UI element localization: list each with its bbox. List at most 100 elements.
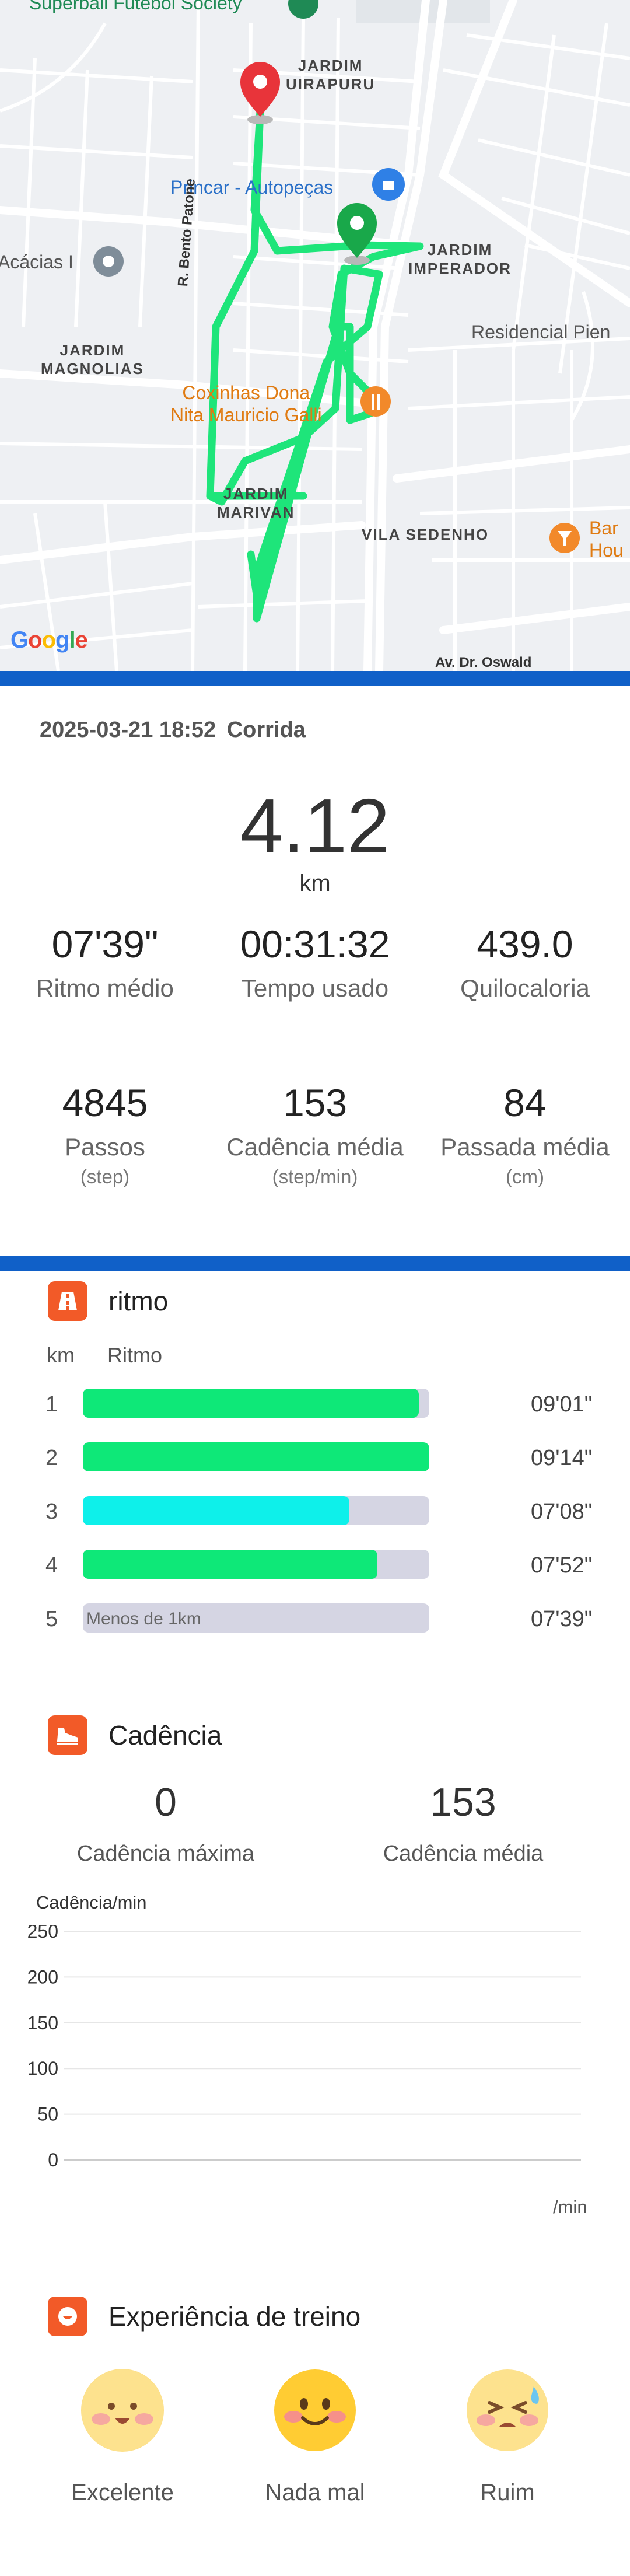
label-jardim-imperador: JARDIM IMPERADOR: [408, 241, 512, 277]
poi-superball[interactable]: Superball Futebol Society: [29, 0, 242, 14]
stat-avg-cadence: 153 Cadência média (step/min): [210, 1081, 420, 1188]
pace-section-header: ritmo: [48, 1281, 168, 1321]
pace-km: 1: [46, 1392, 58, 1417]
label-jardim-magnolias: JARDIM MAGNOLIAS: [41, 341, 144, 378]
cadence-axis-title: Cadência/min: [36, 1892, 147, 1913]
experience-bad[interactable]: Ruim: [443, 2369, 572, 2506]
stat-unit: (cm): [506, 1166, 544, 1187]
stat-avg-pace: 07'39" Ritmo médio: [0, 922, 210, 1002]
y-tick-label: 50: [37, 2104, 58, 2125]
y-tick-label: 150: [27, 2012, 58, 2033]
y-tick-label: 100: [27, 2058, 58, 2079]
experience-excellent[interactable]: Excelente: [58, 2369, 187, 2506]
stat-value: 153: [282, 1081, 348, 1124]
restaurant-poi-icon[interactable]: [360, 386, 391, 417]
happy-face-icon[interactable]: [81, 2369, 164, 2452]
pace-title: ritmo: [108, 1286, 169, 1316]
section-divider: [0, 1256, 630, 1271]
pace-time: 07'08": [531, 1500, 593, 1524]
y-tick-label: 200: [27, 1966, 58, 1987]
experience-not-bad[interactable]: Nada mal: [251, 2369, 379, 2506]
sweat-face-icon[interactable]: [466, 2369, 549, 2452]
cadence-chart: 250 200 150 100 50 0: [27, 1925, 581, 2170]
pace-km: 2: [46, 1446, 58, 1470]
stat-time-used: 00:31:32 Tempo usado: [210, 922, 420, 1002]
cadence-x-unit: /min: [553, 2197, 587, 2217]
pace-col-pace: Ritmo: [107, 1343, 163, 1367]
pace-km: 4: [46, 1553, 58, 1578]
label-jardim-uirapuru: JARDIM UIRAPURU: [286, 57, 376, 93]
cadence-max-label: Cadência máxima: [76, 1841, 255, 1866]
stat-steps: 4845 Passos (step): [0, 1081, 210, 1188]
pace-row: 1 09'01": [0, 1389, 630, 1419]
experience-title: Experiência de treino: [108, 2301, 361, 2332]
summary-row-2: 4845 Passos (step) 153 Cadência média (s…: [0, 1081, 630, 1188]
smile-face-icon[interactable]: [274, 2369, 356, 2452]
poi-residencial[interactable]: Residencial Pien: [471, 321, 610, 343]
pace-note: Menos de 1km: [86, 1609, 201, 1628]
run-datetime: 2025-03-21 18:52: [40, 718, 216, 742]
place-poi-icon[interactable]: [93, 246, 124, 277]
bar-poi-icon[interactable]: [550, 523, 580, 553]
cadence-avg: 153 Cadência média: [358, 1780, 568, 1867]
cadence-avg-label: Cadência média: [383, 1841, 544, 1866]
pace-time: 07'39": [531, 1607, 593, 1631]
pace-time: 09'14": [531, 1446, 593, 1470]
poi-coxinhas[interactable]: Coxinhas Dona Nita Mauricio Galli: [170, 382, 322, 426]
pace-row: 5 Menos de 1km 07'39": [0, 1603, 630, 1634]
y-tick-label: 250: [27, 1925, 58, 1942]
pace-km: 5: [46, 1607, 58, 1631]
label-vila-sedenho: VILA SEDENHO: [362, 526, 489, 543]
stat-avg-stride: 84 Passada média (cm): [420, 1081, 630, 1188]
label-jardim-marivan: JARDIM MARIVAN: [217, 485, 295, 521]
route-map[interactable]: Superball Futebol Society JARDIM UIRAPUR…: [0, 0, 630, 671]
experience-section-header: Experiência de treino: [48, 2297, 360, 2336]
pace-row: 3 07'08": [0, 1496, 630, 1526]
pace-bar-track: Menos de 1km: [83, 1603, 429, 1633]
y-tick-label: 0: [48, 2149, 58, 2170]
pace-bar-fill: [83, 1389, 419, 1418]
section-divider: [0, 671, 630, 686]
cadence-max: 0 Cadência máxima: [61, 1780, 271, 1867]
pace-time: 09'01": [531, 1392, 593, 1417]
cadence-max-value: 0: [155, 1780, 177, 1824]
stat-label: Tempo usado: [241, 974, 389, 1002]
pace-row: 4 07'52": [0, 1550, 630, 1580]
experience-label: Nada mal: [265, 2480, 365, 2505]
summary-row-1: 07'39" Ritmo médio 00:31:32 Tempo usado …: [0, 922, 630, 1002]
cadence-avg-value: 153: [430, 1780, 496, 1824]
stat-value: 84: [503, 1081, 547, 1124]
pace-bar-track: [83, 1550, 429, 1579]
pace-km: 3: [46, 1500, 58, 1524]
poi-acacias[interactable]: Acácias I: [0, 251, 74, 273]
stat-value: 00:31:32: [240, 922, 390, 966]
road-icon: [48, 1281, 88, 1321]
cadence-section-header: Cadência: [48, 1715, 222, 1755]
stat-label: Cadência média: [226, 1133, 404, 1161]
pace-col-km: km: [47, 1343, 75, 1367]
pace-time: 07'52": [531, 1553, 593, 1578]
stat-unit: (step): [80, 1166, 130, 1187]
autopecas-poi-icon[interactable]: [372, 168, 405, 201]
pace-bar-fill: [83, 1442, 429, 1471]
cadence-title: Cadência: [108, 1720, 222, 1750]
experience-label: Excelente: [71, 2480, 174, 2505]
stat-label: Passos: [65, 1133, 145, 1161]
stat-label: Passada média: [440, 1133, 610, 1161]
stat-label: Ritmo médio: [36, 974, 174, 1002]
shoe-icon: [48, 1715, 88, 1755]
stat-calories: 439.0 Quilocaloria: [420, 922, 630, 1002]
smile-icon: [48, 2297, 88, 2336]
pace-bar-track: [83, 1496, 429, 1525]
stat-unit: (step/min): [272, 1166, 358, 1187]
run-activity: Corrida: [226, 718, 306, 742]
pace-bar-fill: [83, 1496, 350, 1525]
google-logo: Google: [10, 627, 88, 653]
experience-label: Ruim: [480, 2480, 535, 2505]
distance-unit: km: [299, 871, 331, 896]
pace-bar-track: [83, 1389, 429, 1418]
total-distance: 4.12: [240, 783, 390, 869]
pace-row: 2 09'14": [0, 1442, 630, 1473]
pace-bar-fill: [83, 1550, 377, 1579]
poi-bar[interactable]: Bar Hou: [589, 517, 624, 561]
